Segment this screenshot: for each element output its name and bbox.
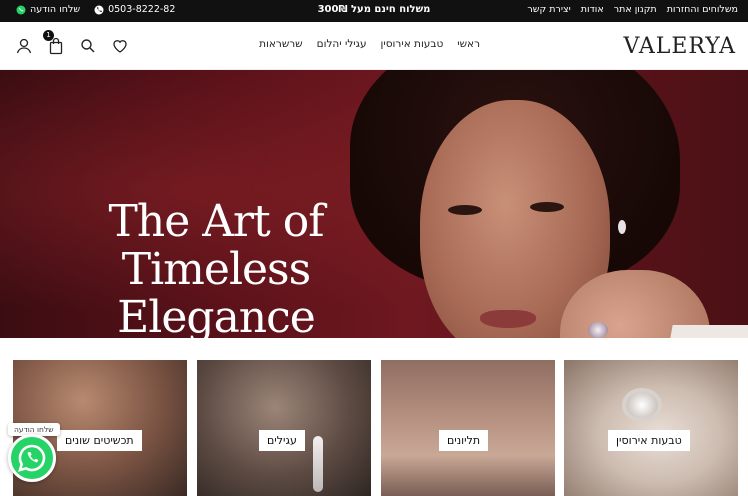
category-label: תכשיטים שונים [57,430,142,451]
hero-banner: The Art of Timeless Elegance [0,70,748,338]
category-image [197,360,371,496]
category-label: תליונים [439,430,489,451]
category-grid: טבעות אירוסין תליונים עגילים תכשיטים שונ… [0,360,748,496]
cart-button[interactable]: 1 [43,30,66,56]
top-bar: שלחו הודעה 0503-8222-82 משלוח חינם מעל 3… [0,0,748,22]
link-terms[interactable]: תקנון אתר [614,4,657,15]
account-button[interactable] [14,36,34,56]
earring-image [618,220,626,234]
link-about[interactable]: אודות [581,4,604,15]
user-icon [16,38,32,54]
link-shipping[interactable]: משלוחים והחזרות [667,4,738,15]
category-card-pendants[interactable]: תליונים [381,360,555,496]
nav-home[interactable]: ראשי [457,38,480,50]
category-image [381,360,555,496]
ring-image [588,322,608,338]
heart-icon [113,40,127,53]
site-logo[interactable]: VALERYA [623,34,736,59]
category-card-engagement-rings[interactable]: טבעות אירוסין [564,360,738,496]
category-label: עגילים [259,430,305,451]
whatsapp-floating-button[interactable] [8,434,56,482]
link-contact[interactable]: יצירת קשר [527,4,570,15]
hero-title: The Art of Timeless Elegance [108,196,325,339]
nav-necklaces[interactable]: שרשראות [259,38,303,50]
nav-engagement-rings[interactable]: טבעות אירוסין [381,38,444,50]
category-image [564,360,738,496]
category-card-earrings[interactable]: עגילים [197,360,371,496]
site-header: 1 ראשי טבעות אירוסין עגילי יהלום שרשראות… [0,22,748,70]
cart-count-badge: 1 [43,30,54,41]
header-icons: 1 [14,30,130,56]
search-icon [81,39,95,53]
search-button[interactable] [78,36,98,56]
top-bar-links: משלוחים והחזרות תקנון אתר אודות יצירת קש… [527,4,738,15]
nav-diamond-earrings[interactable]: עגילי יהלום [317,38,367,50]
whatsapp-icon [18,444,46,472]
main-nav: ראשי טבעות אירוסין עגילי יהלום שרשראות [259,38,480,50]
category-label: טבעות אירוסין [608,430,690,451]
wishlist-button[interactable] [110,36,130,56]
